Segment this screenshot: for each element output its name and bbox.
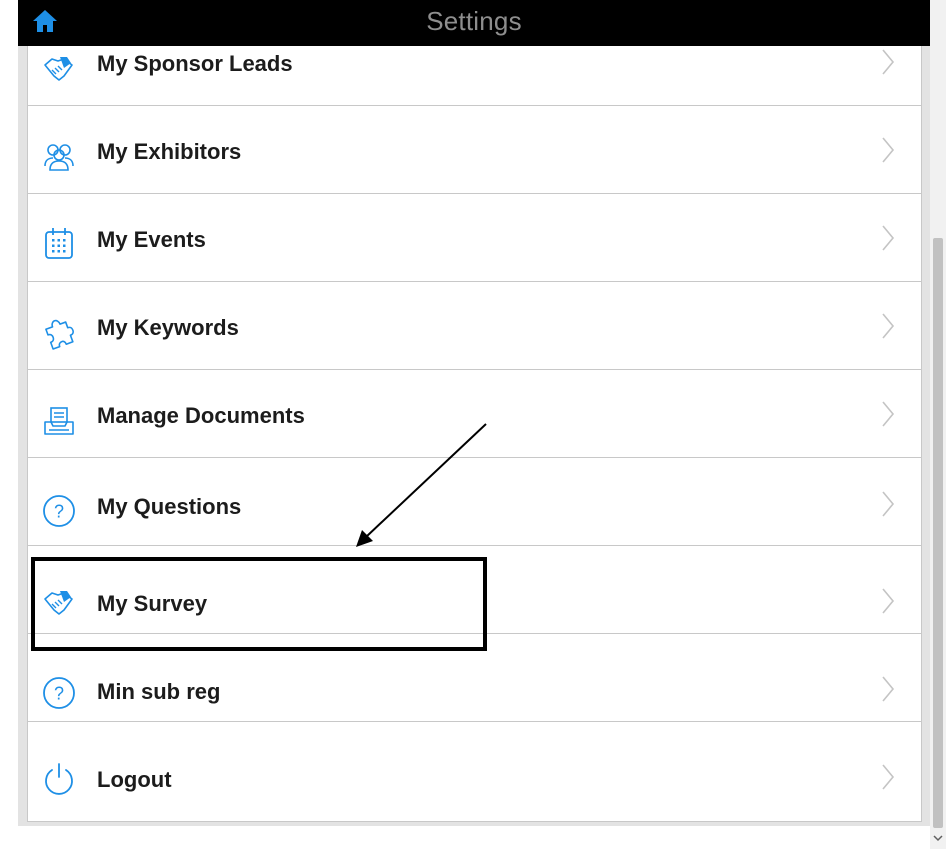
scroll-down-arrow-icon[interactable]	[933, 832, 943, 844]
menu-item-logout[interactable]: Logout	[28, 722, 921, 810]
menu-item-label: My Keywords	[97, 315, 239, 340]
handshake-icon	[44, 591, 73, 615]
chevron-right-icon	[882, 313, 895, 339]
menu-item-my-survey[interactable]: My Survey	[28, 546, 921, 634]
menu-item-label: My Sponsor Leads	[97, 51, 293, 76]
menu-item-label: Min sub reg	[97, 679, 221, 704]
menu-item-label: My Questions	[97, 494, 242, 519]
menu-item-my-exhibitors[interactable]: My Exhibitors	[28, 106, 921, 194]
chevron-right-icon	[882, 588, 895, 614]
chevron-right-icon	[882, 137, 895, 163]
menu-item-label: My Events	[97, 227, 206, 252]
question-circle-icon: ?	[43, 677, 75, 709]
menu-item-my-keywords[interactable]: My Keywords	[28, 282, 921, 370]
puzzle-icon	[45, 319, 74, 350]
chevron-right-icon	[882, 676, 895, 702]
menu-item-manage-documents[interactable]: Manage Documents	[28, 370, 921, 458]
svg-text:?: ?	[54, 502, 64, 522]
vertical-scrollbar[interactable]	[930, 0, 946, 849]
menu-item-my-events[interactable]: My Events	[28, 194, 921, 282]
scrollbar-thumb[interactable]	[933, 238, 943, 828]
chevron-right-icon	[882, 491, 895, 517]
menu-item-label: Manage Documents	[97, 403, 305, 428]
chevron-right-icon	[882, 49, 895, 75]
menu-item-label: Logout	[97, 767, 172, 792]
power-icon	[45, 763, 73, 795]
document-tray-icon	[44, 407, 74, 435]
left-gutter	[0, 0, 18, 849]
chevron-right-icon	[882, 225, 895, 251]
calendar-icon	[45, 228, 73, 259]
menu-item-label: My Exhibitors	[97, 139, 242, 164]
people-group-icon	[44, 144, 74, 171]
settings-content: My Sponsor Leads My Exhibitors My Events…	[18, 46, 930, 826]
chevron-right-icon	[882, 764, 895, 790]
handshake-icon	[44, 57, 73, 81]
question-circle-icon: ?	[43, 495, 75, 527]
menu-item-label: My Survey	[97, 591, 208, 616]
settings-list: My Sponsor Leads My Exhibitors My Events…	[27, 46, 922, 822]
svg-text:?: ?	[54, 684, 64, 704]
menu-item-my-questions[interactable]: ? My Questions	[28, 458, 921, 546]
menu-item-my-sponsor-leads[interactable]: My Sponsor Leads	[28, 18, 921, 106]
chevron-right-icon	[882, 401, 895, 427]
menu-item-min-sub-reg[interactable]: ? Min sub reg	[28, 634, 921, 722]
